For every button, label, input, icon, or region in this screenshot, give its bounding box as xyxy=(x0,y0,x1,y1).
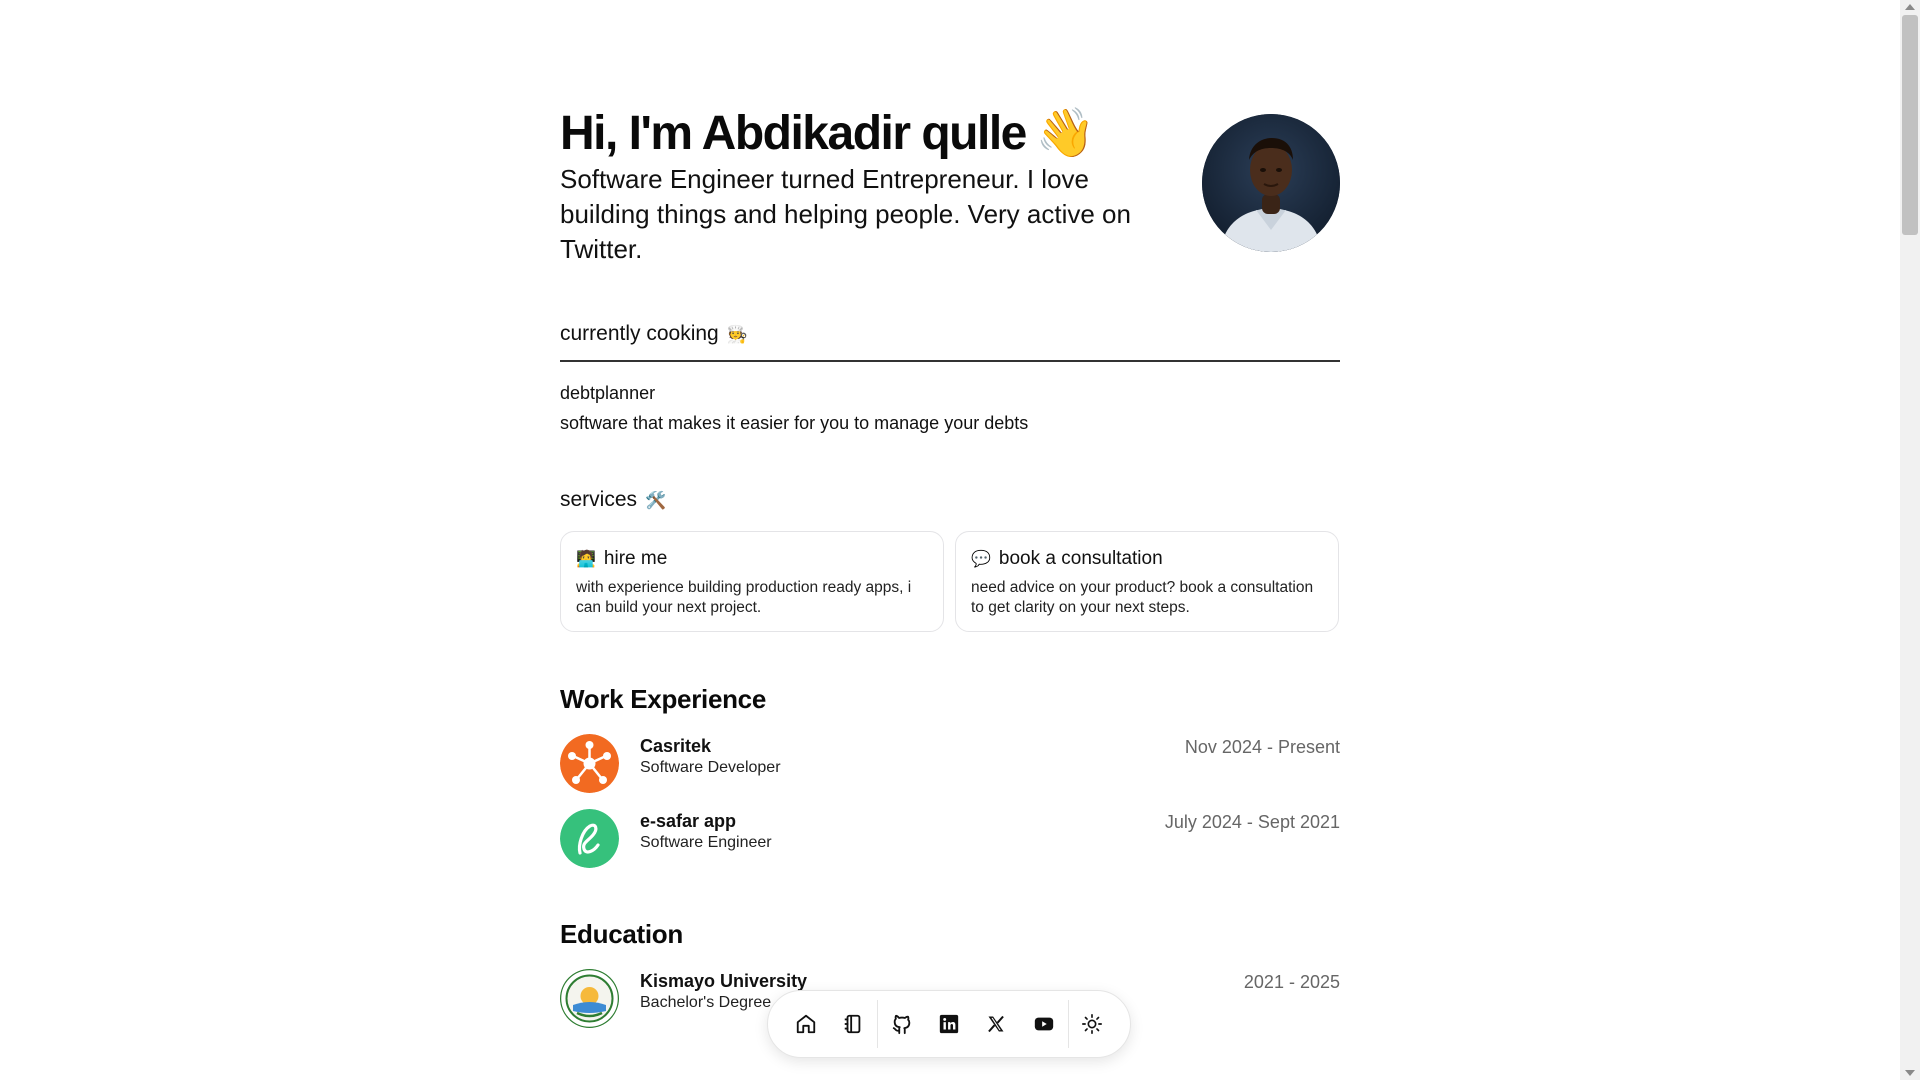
hire-me-card[interactable]: 🧑‍💻 hire me with experience building prod… xyxy=(560,531,944,632)
hero-subtitle: Software Engineer turned Entrepreneur. I… xyxy=(560,164,1131,264)
scroll-down-arrow-icon[interactable] xyxy=(1905,1070,1915,1076)
home-icon[interactable] xyxy=(782,999,829,1049)
sun-icon[interactable] xyxy=(1069,999,1116,1049)
github-icon[interactable] xyxy=(878,999,925,1049)
speech-bubble-icon: 💬 xyxy=(971,551,991,568)
floating-dock xyxy=(767,990,1131,1058)
book-consultation-title: book a consultation xyxy=(998,548,1163,569)
network-node-icon xyxy=(560,734,619,793)
work-item-esafar[interactable]: e-safar app Software Engineer July 2024 … xyxy=(560,809,1340,869)
school-name: Kismayo University xyxy=(640,971,808,991)
services-heading: services 🛠️ xyxy=(560,488,1340,512)
university-seal-icon xyxy=(560,969,619,1028)
tools-icon: 🛠️ xyxy=(645,491,667,510)
degree: Bachelor's Degree xyxy=(640,994,772,1011)
notebook-icon[interactable] xyxy=(829,999,876,1049)
linkedin-icon[interactable] xyxy=(925,999,972,1049)
youtube-icon[interactable] xyxy=(1020,999,1067,1049)
job-dates: Nov 2024 - Present xyxy=(1184,737,1340,757)
scrollbar-thumb[interactable] xyxy=(1902,15,1918,235)
project-description: software that makes it easier for you to… xyxy=(560,413,1029,433)
script-letter-icon xyxy=(560,809,619,868)
x-icon[interactable] xyxy=(973,999,1020,1049)
page: Hi, I'm Abdikadir qulle 👋 Software Engine… xyxy=(0,0,1900,1080)
education-dates: 2021 - 2025 xyxy=(1243,972,1340,992)
work-experience-heading: Work Experience xyxy=(560,684,767,714)
hire-me-description: with experience building production read… xyxy=(576,579,912,616)
book-consultation-description: need advice on your product? book a cons… xyxy=(971,579,1314,616)
job-role: Software Developer xyxy=(640,759,781,776)
book-consultation-card[interactable]: 💬 book a consultation need advice on your… xyxy=(955,531,1339,632)
waving-hand-icon: 👋 xyxy=(1035,107,1096,160)
hero-title-text: Hi, I'm Abdikadir qulle xyxy=(560,107,1027,160)
page-scrollbar[interactable] xyxy=(1900,0,1920,1080)
job-role: Software Engineer xyxy=(640,834,772,851)
work-item-casritek[interactable]: Casritek Software Developer Nov 2024 - P… xyxy=(560,734,1340,794)
hero: Hi, I'm Abdikadir qulle 👋 Software Engine… xyxy=(560,100,1340,280)
technologist-icon: 🧑‍💻 xyxy=(576,551,596,568)
company-name: e-safar app xyxy=(640,811,737,831)
company-name: Casritek xyxy=(640,736,712,756)
services-heading-text: services xyxy=(560,488,638,511)
education-heading: Education xyxy=(560,919,683,949)
scroll-up-arrow-icon[interactable] xyxy=(1905,4,1915,10)
job-dates: July 2024 - Sept 2021 xyxy=(1164,812,1340,832)
project-name[interactable]: debtplanner xyxy=(560,383,655,404)
avatar xyxy=(1202,114,1340,252)
cooking-heading: currently cooking 🧑‍🍳 xyxy=(560,322,1340,362)
page-title: Hi, I'm Abdikadir qulle 👋 xyxy=(560,106,1096,162)
hire-me-title: hire me xyxy=(603,548,668,569)
chef-icon: 🧑‍🍳 xyxy=(726,325,748,344)
cooking-heading-text: currently cooking xyxy=(560,322,719,345)
